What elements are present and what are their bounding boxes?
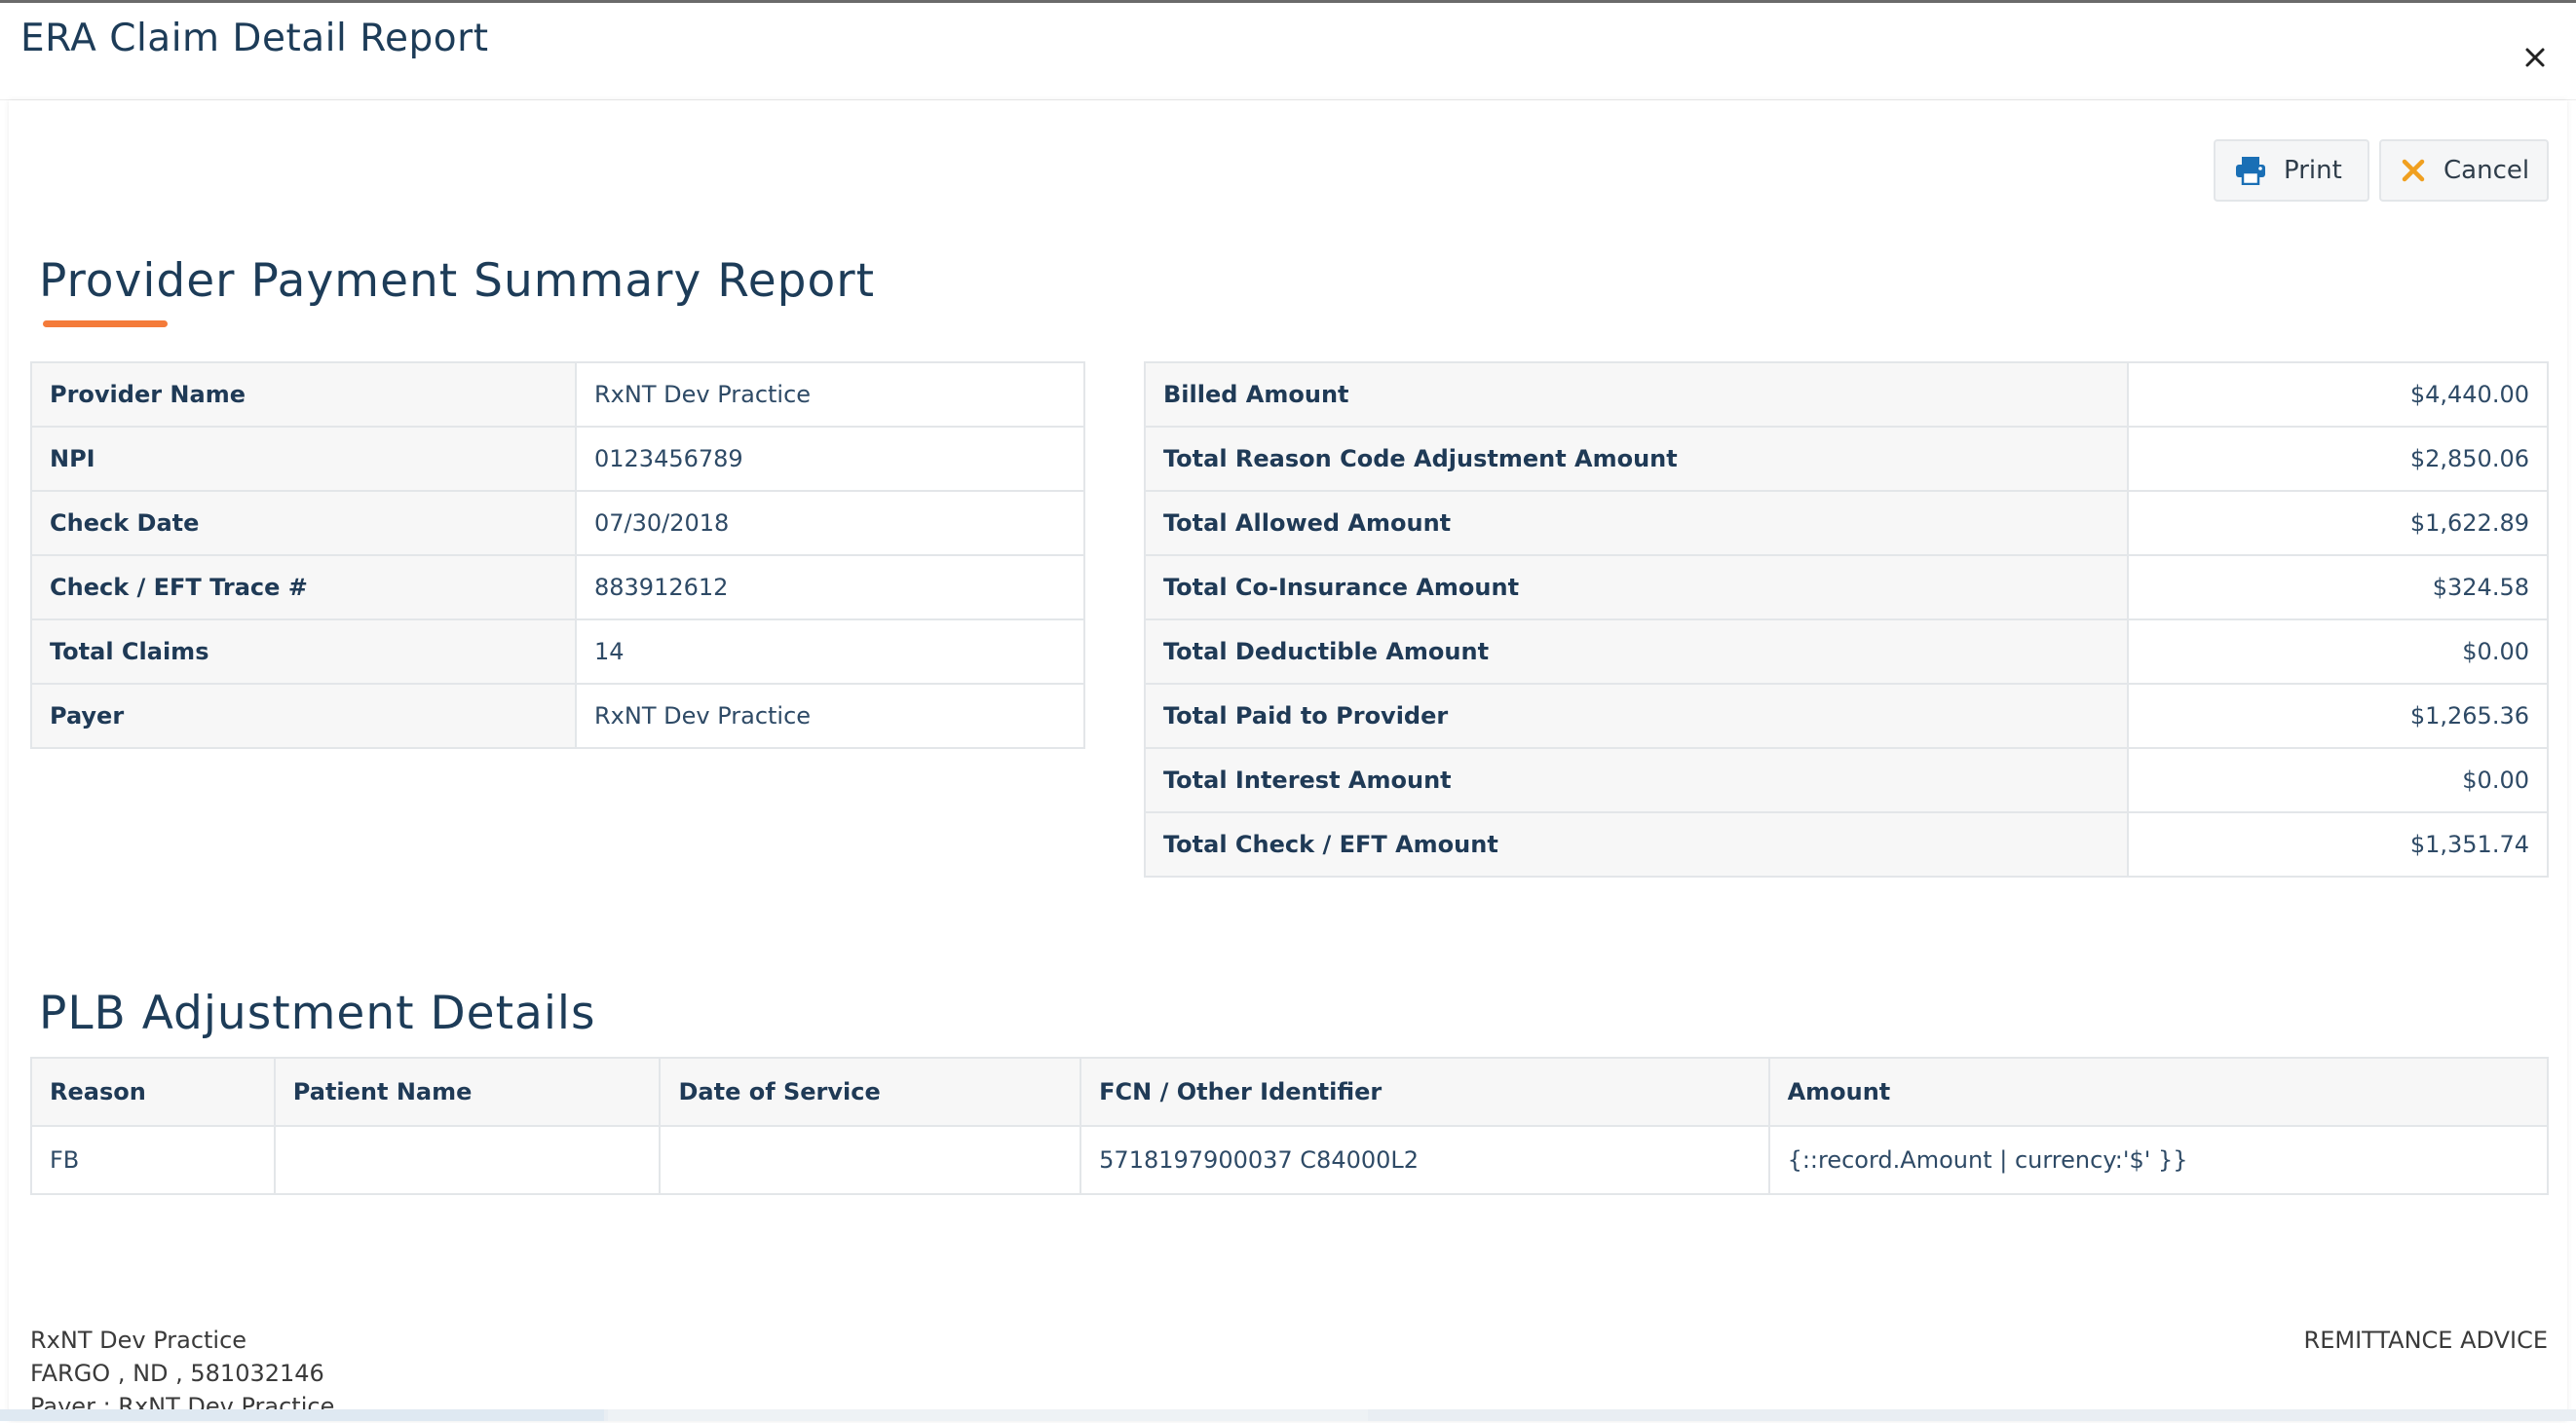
payment-totals-table: Billed Amount $4,440.00 Total Reason Cod…	[1144, 361, 2550, 878]
row-value: 14	[575, 618, 1085, 685]
row-value: $4,440.00	[2126, 361, 2550, 428]
close-icon	[2525, 48, 2545, 67]
column-header-date-of-service: Date of Service	[659, 1057, 1082, 1127]
row-value: 0123456789	[575, 426, 1085, 492]
row-value: RxNT Dev Practice	[575, 361, 1085, 428]
plb-adjustment-table: Reason Patient Name Date of Service FCN …	[30, 1057, 2550, 1195]
column-header-fcn: FCN / Other Identifier	[1080, 1057, 1770, 1127]
table-row: Billed Amount $4,440.00	[1144, 361, 2550, 428]
dialog-header: ERA Claim Detail Report	[0, 3, 2576, 100]
row-label: NPI	[30, 426, 577, 492]
fcn-cell: 5718197900037 C84000L2	[1080, 1125, 1770, 1195]
table-row: Check / EFT Trace # 883912612	[30, 554, 1085, 620]
footer-practice-name: RxNT Dev Practice	[30, 1327, 247, 1354]
table-row: Total Co-Insurance Amount $324.58	[1144, 554, 2550, 620]
row-label: Payer	[30, 683, 577, 749]
table-row: Provider Name RxNT Dev Practice	[30, 361, 1085, 428]
table-row: Payer RxNT Dev Practice	[30, 683, 1085, 749]
row-label: Total Claims	[30, 618, 577, 685]
row-value: $0.00	[2126, 747, 2550, 813]
bottom-scroll-strip	[0, 1409, 2576, 1421]
row-label: Total Deductible Amount	[1144, 618, 2129, 685]
era-claim-detail-dialog: ERA Claim Detail Report Print Cancel Pro…	[0, 0, 2576, 1421]
cancel-label: Cancel	[2443, 156, 2530, 185]
row-label: Total Allowed Amount	[1144, 490, 2129, 556]
table-row: Total Deductible Amount $0.00	[1144, 618, 2550, 685]
row-value: $0.00	[2126, 618, 2550, 685]
x-icon	[2401, 158, 2426, 183]
row-label: Total Check / EFT Amount	[1144, 811, 2129, 878]
reason-cell: FB	[30, 1125, 276, 1195]
column-header-amount: Amount	[1767, 1057, 2550, 1127]
row-value: $1,265.36	[2126, 683, 2550, 749]
row-label: Provider Name	[30, 361, 577, 428]
provider-info-table: Provider Name RxNT Dev Practice NPI 0123…	[30, 361, 1085, 749]
row-label: Total Co-Insurance Amount	[1144, 554, 2129, 620]
table-row: Total Reason Code Adjustment Amount $2,8…	[1144, 426, 2550, 492]
table-header-row: Reason Patient Name Date of Service FCN …	[30, 1057, 2550, 1127]
printer-icon	[2235, 156, 2266, 185]
row-value: $2,850.06	[2126, 426, 2550, 492]
close-button[interactable]	[2518, 40, 2553, 75]
row-label: Total Reason Code Adjustment Amount	[1144, 426, 2129, 492]
plb-title: PLB Adjustment Details	[39, 987, 596, 1040]
footer-city-state-zip: FARGO , ND , 581032146	[30, 1360, 324, 1387]
footer-remittance-label: REMITTANCE ADVICE	[2303, 1327, 2548, 1354]
column-header-patient-name: Patient Name	[273, 1057, 662, 1127]
summary-title: Provider Payment Summary Report	[39, 254, 876, 308]
row-label: Check / EFT Trace #	[30, 554, 577, 620]
amount-cell: {::record.Amount | currency:'$' }}	[1767, 1125, 2550, 1195]
print-label: Print	[2284, 156, 2342, 185]
table-row: Total Paid to Provider $1,265.36	[1144, 683, 2550, 749]
row-value: RxNT Dev Practice	[575, 683, 1085, 749]
patient-name-cell	[273, 1125, 662, 1195]
row-value: $1,351.74	[2126, 811, 2550, 878]
column-header-reason: Reason	[30, 1057, 276, 1127]
row-label: Billed Amount	[1144, 361, 2129, 428]
table-row: FB 5718197900037 C84000L2 {::record.Amou…	[30, 1125, 2550, 1195]
table-row: Check Date 07/30/2018	[30, 490, 1085, 556]
row-value: $324.58	[2126, 554, 2550, 620]
cancel-button[interactable]: Cancel	[2379, 139, 2549, 202]
table-row: NPI 0123456789	[30, 426, 1085, 492]
row-value: 883912612	[575, 554, 1085, 620]
row-label: Total Interest Amount	[1144, 747, 2129, 813]
table-row: Total Check / EFT Amount $1,351.74	[1144, 811, 2550, 878]
dialog-title: ERA Claim Detail Report	[20, 17, 489, 60]
print-button[interactable]: Print	[2214, 139, 2369, 202]
footer-address: RxNT Dev Practice FARGO , ND , 581032146…	[30, 1324, 334, 1423]
row-label: Total Paid to Provider	[1144, 683, 2129, 749]
date-of-service-cell	[659, 1125, 1082, 1195]
row-label: Check Date	[30, 490, 577, 556]
row-value: 07/30/2018	[575, 490, 1085, 556]
title-underline	[43, 320, 168, 327]
row-value: $1,622.89	[2126, 490, 2550, 556]
table-row: Total Allowed Amount $1,622.89	[1144, 490, 2550, 556]
table-row: Total Claims 14	[30, 618, 1085, 685]
table-row: Total Interest Amount $0.00	[1144, 747, 2550, 813]
